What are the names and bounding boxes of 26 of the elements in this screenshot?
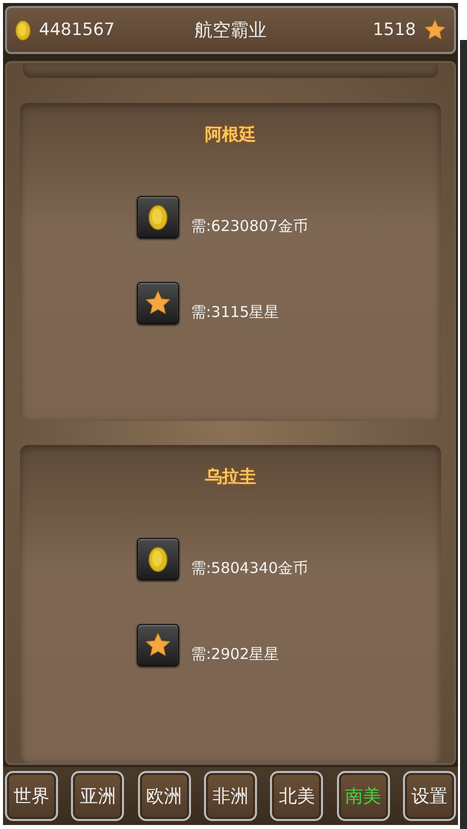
coin-icon	[15, 20, 31, 40]
coin-button[interactable]	[137, 196, 179, 238]
star-button[interactable]	[137, 624, 179, 666]
star-icon	[145, 290, 171, 316]
tab[interactable]: 欧洲	[138, 771, 191, 821]
tab[interactable]: 北美	[270, 771, 324, 821]
coin-icon	[148, 546, 168, 572]
star-count: 1518	[372, 20, 416, 40]
tab[interactable]: 设置	[402, 771, 456, 821]
tab[interactable]: 亚洲	[71, 771, 124, 821]
country-title: 乌拉圭	[204, 466, 257, 488]
game-title: 航空霸业	[194, 19, 266, 42]
requirement-text: 需:5804340金币	[191, 559, 308, 578]
requirement-text: 需:2902星星	[191, 645, 280, 664]
coin-icon	[148, 204, 168, 230]
coin-count: 4481567	[39, 20, 115, 40]
requirement-text: 需:6230807金币	[191, 217, 308, 236]
tab[interactable]: 南美	[336, 771, 390, 821]
tab[interactable]: 世界	[5, 771, 58, 821]
star-button[interactable]	[137, 282, 179, 324]
star-icon	[424, 19, 446, 41]
star-icon	[145, 632, 171, 658]
requirement-text: 需:3115星星	[191, 303, 280, 322]
tab[interactable]: 非洲	[204, 771, 257, 821]
coin-button[interactable]	[137, 538, 179, 580]
country-title: 阿根廷	[204, 124, 257, 146]
